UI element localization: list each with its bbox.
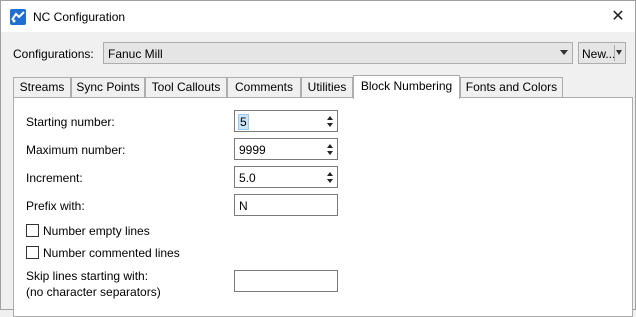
prefix-value: N: [239, 199, 248, 213]
number-commented-lines-label[interactable]: Number commented lines: [43, 246, 180, 260]
number-empty-lines-checkbox[interactable]: [26, 224, 39, 237]
close-icon: ✕: [611, 8, 625, 25]
number-commented-lines-checkbox[interactable]: [26, 246, 39, 259]
nc-configuration-window: NC Configuration ✕ Configurations: Fanuc…: [0, 0, 636, 317]
tab-streams[interactable]: Streams: [13, 77, 71, 98]
new-button-label: New...: [582, 47, 616, 61]
spin-up-icon[interactable]: [327, 116, 333, 120]
maximum-number-label: Maximum number:: [26, 143, 126, 157]
skip-lines-input[interactable]: [234, 270, 338, 292]
maximum-number-value: 9999: [239, 143, 266, 157]
spin-down-icon[interactable]: [327, 123, 333, 127]
tab-block-numbering[interactable]: Block Numbering: [353, 75, 460, 99]
close-button[interactable]: ✕: [601, 1, 635, 32]
split-button-divider: [614, 45, 615, 61]
tab-utilities[interactable]: Utilities: [301, 77, 353, 98]
spin-down-icon[interactable]: [327, 179, 333, 183]
chevron-down-icon[interactable]: [616, 50, 622, 55]
spin-up-icon[interactable]: [327, 144, 333, 148]
increment-value: 5.0: [239, 171, 256, 185]
prefix-input[interactable]: N: [234, 194, 338, 216]
increment-spinner[interactable]: 5.0: [234, 166, 338, 188]
tab-tool-callouts[interactable]: Tool Callouts: [145, 77, 227, 98]
configurations-label: Configurations:: [13, 47, 94, 61]
starting-number-spinner[interactable]: 5: [234, 110, 338, 132]
starting-number-label: Starting number:: [26, 115, 115, 129]
nc-app-icon: [10, 9, 26, 25]
skip-lines-label-line1: Skip lines starting with:: [26, 269, 149, 283]
increment-label: Increment:: [26, 171, 83, 185]
maximum-number-spinner[interactable]: 9999: [234, 138, 338, 160]
prefix-label: Prefix with:: [26, 199, 85, 213]
configurations-selected-value: Fanuc Mill: [108, 47, 163, 61]
tab-fonts-and-colors[interactable]: Fonts and Colors: [460, 77, 563, 98]
title-bar: NC Configuration ✕: [1, 1, 635, 32]
spin-down-icon[interactable]: [327, 151, 333, 155]
block-numbering-panel: Starting number: 5 Maximum number: 9999 …: [13, 97, 633, 317]
tab-strip: Streams Sync Points Tool Callouts Commen…: [13, 75, 633, 99]
spin-up-icon[interactable]: [327, 172, 333, 176]
chevron-down-icon: [560, 50, 568, 55]
number-empty-lines-label[interactable]: Number empty lines: [43, 224, 150, 238]
window-title: NC Configuration: [33, 10, 126, 24]
new-configuration-button[interactable]: New...: [578, 42, 626, 64]
configurations-dropdown[interactable]: Fanuc Mill: [103, 42, 573, 64]
starting-number-value: 5: [238, 114, 249, 130]
skip-lines-label-line2: (no character separators): [26, 285, 161, 299]
skip-lines-label: Skip lines starting with: (no character …: [26, 268, 161, 300]
tab-comments[interactable]: Comments: [227, 77, 301, 98]
tab-sync-points[interactable]: Sync Points: [71, 77, 145, 98]
